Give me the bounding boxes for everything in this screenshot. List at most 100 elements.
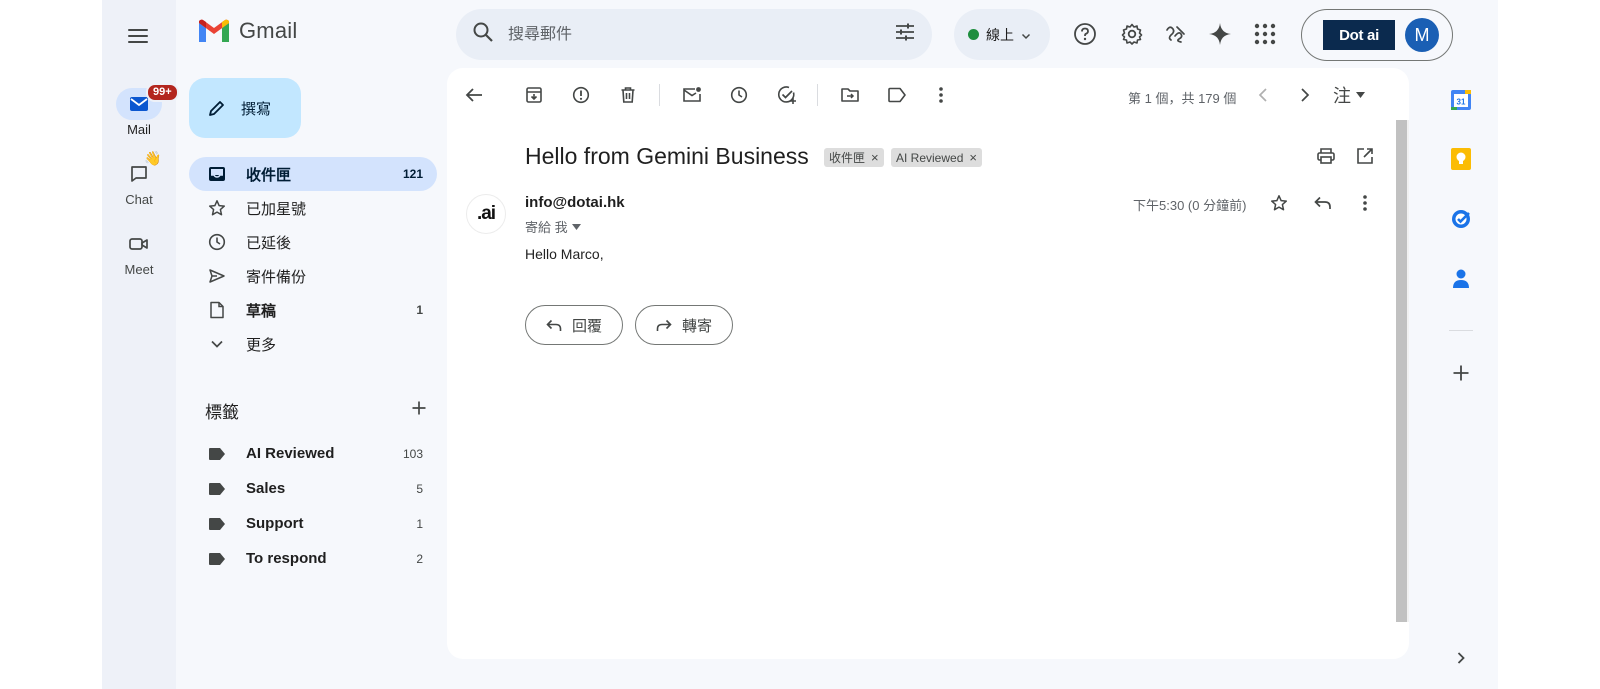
mark-unread-button[interactable] <box>679 82 705 108</box>
older-button[interactable] <box>1292 82 1318 108</box>
nav-item-starred[interactable]: 已加星號 <box>189 191 437 225</box>
pencil-icon <box>209 101 224 116</box>
recipient-details[interactable]: 寄給 我 <box>525 217 581 236</box>
nav-item-sent[interactable]: 寄件備份 <box>189 259 437 293</box>
open-in-new-window-button[interactable] <box>1352 143 1378 169</box>
search-input[interactable] <box>508 25 894 44</box>
print-icon <box>1317 148 1335 164</box>
label-name: Support <box>246 515 304 532</box>
star-icon <box>207 198 227 218</box>
chip-label: AI Reviewed <box>896 150 964 165</box>
delete-button[interactable] <box>615 82 641 108</box>
label-item-sales[interactable]: Sales 5 <box>189 471 437 506</box>
search-options-icon[interactable] <box>894 22 916 47</box>
nav-item-drafts[interactable]: 草稿 1 <box>189 293 437 327</box>
label-count: 5 <box>416 481 423 496</box>
video-camera-icon <box>116 228 162 260</box>
snooze-button[interactable] <box>726 82 752 108</box>
move-to-button[interactable] <box>837 82 863 108</box>
send-icon <box>207 266 227 286</box>
input-tools-label: 注 <box>1333 86 1351 106</box>
label-chip-ai-reviewed: AI Reviewed × <box>891 148 982 167</box>
archive-button[interactable] <box>521 82 547 108</box>
reply-icon <box>546 319 562 331</box>
remove-label-icon[interactable]: × <box>871 150 879 165</box>
chevron-right-icon <box>1457 652 1465 664</box>
newer-button[interactable] <box>1250 82 1276 108</box>
apps-button[interactable] <box>1249 18 1281 50</box>
folder-move-icon <box>841 88 859 102</box>
keep-app-button[interactable] <box>1449 147 1473 171</box>
label-icon <box>888 87 906 103</box>
clock-icon <box>207 232 227 252</box>
gmail-m-icon <box>199 19 229 42</box>
status-selector[interactable]: 線上 <box>954 9 1050 60</box>
settings-button[interactable] <box>1116 18 1148 50</box>
contacts-app-button[interactable] <box>1449 267 1473 291</box>
nav-item-more[interactable]: 更多 <box>189 327 437 361</box>
nav-count: 1 <box>416 303 423 317</box>
brand-name: Gmail <box>239 18 298 43</box>
nav-label: 草稿 <box>246 302 277 320</box>
search-icon[interactable] <box>472 21 494 48</box>
label-tag-icon <box>207 514 227 534</box>
sparkle-icon <box>1209 23 1231 45</box>
toolbar-divider <box>659 84 660 106</box>
reply-button[interactable] <box>1310 190 1336 216</box>
tasks-icon <box>1452 210 1470 228</box>
reply-action-button[interactable]: 回覆 <box>525 305 624 345</box>
nav-item-inbox[interactable]: 收件匣 121 <box>189 157 437 191</box>
sender-avatar[interactable]: .ai <box>466 194 506 234</box>
more-vert-icon <box>939 87 943 103</box>
get-add-ons-button[interactable] <box>1449 361 1473 385</box>
input-tools-button[interactable]: 注 <box>1333 82 1365 108</box>
chip-label: 收件匣 <box>829 151 866 165</box>
label-tag-icon <box>207 444 227 464</box>
remove-label-icon[interactable]: × <box>969 150 977 165</box>
message-more-button[interactable] <box>1352 190 1378 216</box>
organization-logo: Dot ai <box>1323 20 1395 50</box>
archive-icon <box>526 87 542 103</box>
label-item-support[interactable]: Support 1 <box>189 506 437 541</box>
labels-button[interactable] <box>884 82 910 108</box>
sender-email[interactable]: info@dotai.hk <box>525 194 625 211</box>
keep-icon <box>1451 148 1471 170</box>
nav-item-snoozed[interactable]: 已延後 <box>189 225 437 259</box>
forward-action-button[interactable]: 轉寄 <box>635 305 734 345</box>
folder-nav: 收件匣 121 已加星號 已延後 寄件備份 草稿 1 更多 <box>189 157 437 361</box>
tasks-app-button[interactable] <box>1449 207 1473 231</box>
help-button[interactable] <box>1069 18 1101 50</box>
rail-item-meet[interactable]: Meet <box>102 228 176 277</box>
label-chip-inbox: 收件匣 × <box>824 148 884 167</box>
label-count: 1 <box>416 516 423 531</box>
main-menu-button[interactable] <box>123 21 153 51</box>
caret-down-icon <box>1356 92 1365 98</box>
star-button[interactable] <box>1266 190 1292 216</box>
report-spam-button[interactable] <box>568 82 594 108</box>
caret-down-icon <box>571 223 581 230</box>
compose-button[interactable]: 撰寫 <box>189 78 301 138</box>
gmail-logo[interactable]: Gmail <box>197 18 297 44</box>
forward-label: 轉寄 <box>682 317 713 335</box>
back-button[interactable] <box>461 82 487 108</box>
chevron-down-icon <box>207 334 227 354</box>
more-options-button[interactable] <box>928 82 954 108</box>
add-label-icon[interactable] <box>411 400 427 421</box>
print-button[interactable] <box>1313 143 1339 169</box>
calendar-app-button[interactable]: 31 <box>1449 88 1473 112</box>
rail-item-chat[interactable]: 👋 Chat <box>102 150 176 207</box>
label-item-to-respond[interactable]: To respond 2 <box>189 541 437 576</box>
show-side-panel-button[interactable] <box>1449 646 1473 670</box>
reply-label: 回覆 <box>572 317 603 335</box>
nav-label: 已延後 <box>246 234 292 252</box>
label-item-ai-reviewed[interactable]: AI Reviewed 103 <box>189 436 437 471</box>
scrollbar-thumb[interactable] <box>1396 120 1407 622</box>
gemini-button[interactable] <box>1204 18 1236 50</box>
rail-item-mail[interactable]: 99+ Mail <box>102 83 179 137</box>
more-vert-icon <box>1363 195 1367 211</box>
add-task-button[interactable] <box>774 82 800 108</box>
nav-label: 更多 <box>246 336 277 354</box>
label-name: To respond <box>246 550 327 567</box>
mail-unread-icon <box>683 87 701 102</box>
gemini-assist-button[interactable] <box>1160 18 1192 50</box>
